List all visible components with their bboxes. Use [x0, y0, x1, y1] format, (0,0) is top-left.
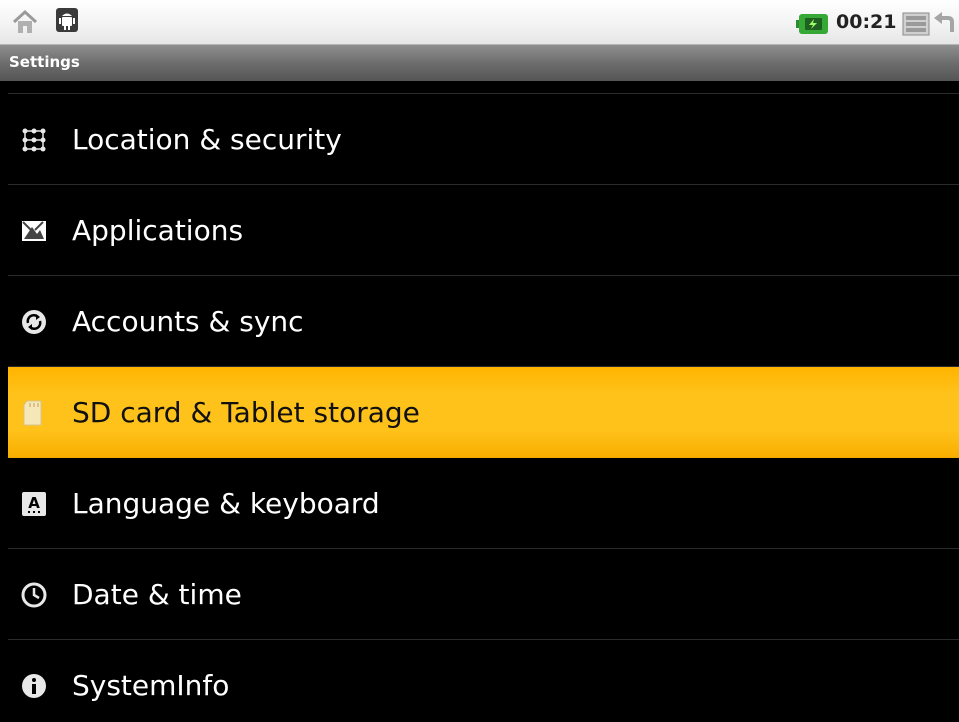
- settings-item-label: SD card & Tablet storage: [72, 396, 420, 429]
- back-icon[interactable]: [932, 12, 959, 36]
- sd-card-icon: [23, 400, 42, 426]
- settings-screen: 00:21 Settings Location & security Appli…: [0, 0, 959, 722]
- settings-item-sd-card-storage[interactable]: SD card & Tablet storage: [8, 367, 959, 458]
- settings-item-date-time[interactable]: Date & time: [8, 549, 959, 640]
- settings-item-label: SystemInfo: [72, 669, 230, 702]
- location-security-icon: [22, 128, 46, 152]
- svg-text:A: A: [28, 494, 40, 512]
- settings-item-location-security[interactable]: Location & security: [8, 94, 959, 185]
- settings-item-label: Date & time: [72, 578, 242, 611]
- battery-charging-icon: [796, 14, 828, 34]
- title-bar: Settings: [0, 44, 959, 81]
- applications-icon: [22, 221, 46, 241]
- accounts-sync-icon: [22, 310, 46, 334]
- settings-item-applications[interactable]: Applications: [8, 185, 959, 276]
- home-icon[interactable]: [12, 9, 38, 35]
- debug-icon: [56, 8, 78, 32]
- settings-item-label: Location & security: [72, 123, 342, 156]
- settings-item-label: Accounts & sync: [72, 305, 304, 338]
- info-icon: [22, 674, 46, 698]
- status-clock: 00:21: [836, 11, 897, 33]
- clock-icon: [21, 582, 47, 608]
- settings-item-accounts-sync[interactable]: Accounts & sync: [8, 276, 959, 367]
- settings-item-system-info[interactable]: SystemInfo: [8, 640, 959, 722]
- settings-list: Location & security Applications Account…: [0, 81, 959, 722]
- page-title: Settings: [9, 53, 80, 71]
- status-bar: 00:21: [0, 0, 959, 44]
- language-keyboard-icon: A: [22, 492, 46, 516]
- settings-item-language-keyboard[interactable]: A Language & keyboard: [8, 458, 959, 549]
- menu-icon[interactable]: [902, 12, 930, 36]
- settings-item-label: Language & keyboard: [72, 487, 380, 520]
- settings-item-label: Applications: [72, 214, 244, 247]
